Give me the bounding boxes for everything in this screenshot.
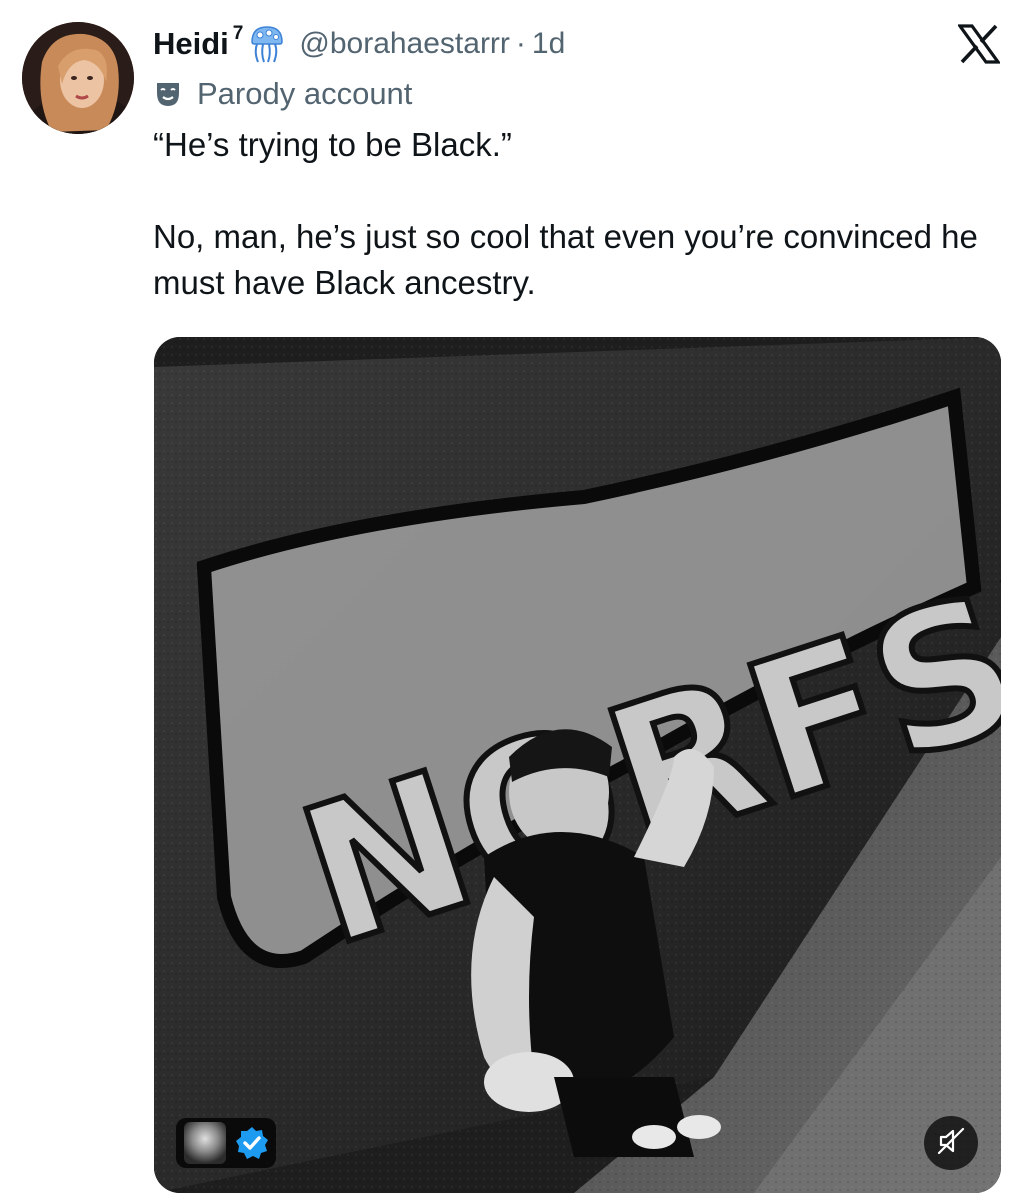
mute-toggle-button[interactable]: [924, 1116, 978, 1170]
meta-separator: ·: [515, 27, 526, 60]
parody-account-text: Parody account: [197, 76, 413, 111]
video-source-badge[interactable]: [176, 1118, 276, 1168]
theater-mask-icon: [153, 79, 183, 109]
author-name-superscript: 7: [232, 23, 244, 44]
author-avatar[interactable]: [22, 22, 134, 134]
verified-badge-icon: [234, 1125, 270, 1161]
account-avatar-icon: [184, 1122, 226, 1164]
jellyfish-emoji-icon: [249, 24, 285, 64]
x-logo-icon[interactable]: [956, 24, 1002, 64]
author-handle[interactable]: @borahaestarrr: [299, 27, 510, 61]
tweet-timestamp[interactable]: 1d: [532, 27, 565, 61]
muted-speaker-icon: [936, 1126, 966, 1161]
tweet-header: Heidi 7 @borahaestarrr · 1d: [153, 22, 565, 66]
parody-account-label: Parody account: [153, 72, 412, 116]
tweet-text-line: No, man, he’s just so cool that even you…: [153, 218, 978, 301]
tweet-body: “He’s trying to be Black.” No, man, he’s…: [153, 122, 993, 306]
tweet-text-line: “He’s trying to be Black.”: [153, 126, 512, 163]
author-display-name[interactable]: Heidi: [153, 26, 229, 62]
tweet-video[interactable]: NORFSIDE: [154, 337, 1001, 1193]
